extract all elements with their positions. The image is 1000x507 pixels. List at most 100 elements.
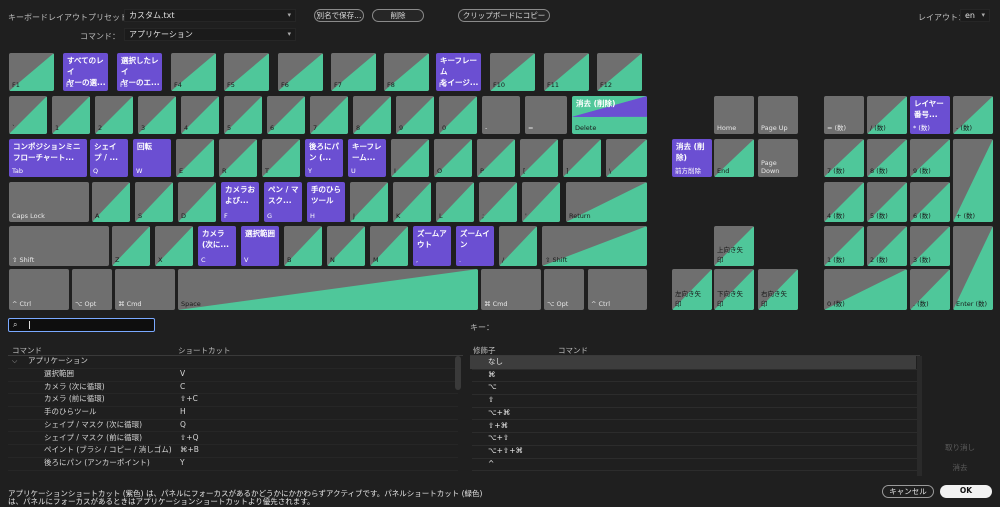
key-y[interactable]: Y 後ろにパ ン (...: [305, 139, 343, 177]
key-n3[interactable]: 3: [138, 96, 176, 134]
key-caps[interactable]: Caps Lock: [9, 182, 89, 222]
key-u[interactable]: U キーフレ ーム...: [348, 139, 386, 177]
table-row[interactable]: カメラ (次に循環) C: [8, 381, 458, 395]
key-semi[interactable]: ;: [479, 182, 517, 222]
key-n9[interactable]: 9: [396, 96, 434, 134]
key-x[interactable]: X: [155, 226, 193, 266]
key-np2[interactable]: 2 (数): [867, 226, 907, 266]
search-input[interactable]: ⌕: [8, 318, 155, 332]
key-np8[interactable]: 8 (数): [867, 139, 907, 177]
copy-clipboard-button[interactable]: クリップボードにコピー: [458, 9, 550, 22]
key-p[interactable]: P: [477, 139, 515, 177]
layout-dropdown[interactable]: en ▾: [960, 9, 990, 22]
key-d[interactable]: D: [178, 182, 216, 222]
key-np4[interactable]: 4 (数): [824, 182, 864, 222]
key-rbr[interactable]: ]: [563, 139, 601, 177]
key-f7[interactable]: F7: [331, 53, 376, 91]
key-r[interactable]: R: [219, 139, 257, 177]
key-z[interactable]: Z: [112, 226, 150, 266]
key-up[interactable]: 上向き矢 印: [714, 226, 754, 266]
key-f2[interactable]: F2 すべてのレイ ヤーの選...: [63, 53, 108, 91]
key-n2[interactable]: 2: [95, 96, 133, 134]
group-row[interactable]: ⌵ アプリケーション: [8, 355, 458, 369]
key-e[interactable]: E: [176, 139, 214, 177]
key-np-ent[interactable]: Enter (数): [953, 226, 993, 310]
key-n8[interactable]: 8: [353, 96, 391, 134]
key-np9[interactable]: 9 (数): [910, 139, 950, 177]
key-fdel[interactable]: 前方削除 消去 (削 除): [672, 139, 712, 177]
scrollbar-thumb[interactable]: [455, 356, 461, 390]
key-lbr[interactable]: [: [520, 139, 558, 177]
table-row[interactable]: 手のひらツール H: [8, 406, 458, 420]
preset-dropdown[interactable]: カスタム.txt ▾: [124, 9, 296, 22]
key-j[interactable]: J: [350, 182, 388, 222]
key-f[interactable]: F カメラお よび...: [221, 182, 259, 222]
key-f11[interactable]: F11: [544, 53, 589, 91]
key-np-div[interactable]: / (数): [867, 96, 907, 134]
key-f5[interactable]: F5: [224, 53, 269, 91]
key-ropt[interactable]: ⌥ Opt: [544, 269, 584, 310]
key-tab[interactable]: Tab コンポジションミニ フローチャート...: [9, 139, 87, 177]
key-delete[interactable]: Delete 消去 (削除): [572, 96, 647, 134]
key-f8[interactable]: F8: [384, 53, 429, 91]
modifier-row[interactable]: ⌥+⇧: [472, 432, 918, 446]
key-grave[interactable]: `: [9, 96, 47, 134]
undo-button[interactable]: 取り消し: [936, 442, 984, 455]
key-equal[interactable]: =: [525, 96, 567, 134]
table-row[interactable]: ペイント (ブラシ / コピー / 消しゴム) ⌘+B: [8, 444, 458, 458]
key-right[interactable]: 右向き矢 印: [758, 269, 798, 310]
key-f6[interactable]: F6: [278, 53, 323, 91]
ok-button[interactable]: OK: [940, 485, 992, 498]
table-row[interactable]: シェイプ / マスク (前に循環) ⇧+Q: [8, 432, 458, 446]
key-c[interactable]: C カメラ (次に...: [198, 226, 236, 266]
key-i[interactable]: I: [391, 139, 429, 177]
modifier-row[interactable]: ⇧+⌘: [472, 420, 918, 434]
key-slash[interactable]: /: [499, 226, 537, 266]
key-home[interactable]: Home: [714, 96, 754, 134]
key-f4[interactable]: F4: [171, 53, 216, 91]
key-np1[interactable]: 1 (数): [824, 226, 864, 266]
key-ret[interactable]: Return: [566, 182, 647, 222]
key-n[interactable]: N: [327, 226, 365, 266]
key-q[interactable]: Q シェイ プ / ...: [90, 139, 128, 177]
modifier-row[interactable]: ⌥+⇧+⌘: [472, 445, 918, 459]
key-lopt[interactable]: ⌥ Opt: [72, 269, 112, 310]
key-rcmd[interactable]: ⌘ Cmd: [481, 269, 541, 310]
key-t[interactable]: T: [262, 139, 300, 177]
key-pgup[interactable]: Page Up: [758, 96, 798, 134]
key-np-add[interactable]: + (数): [953, 139, 993, 222]
key-space[interactable]: Space: [178, 269, 478, 310]
key-lcmd[interactable]: ⌘ Cmd: [115, 269, 175, 310]
clear-button[interactable]: 消去: [936, 462, 984, 475]
key-m[interactable]: M: [370, 226, 408, 266]
key-k[interactable]: K: [393, 182, 431, 222]
key-f3[interactable]: F3 選択したレイ ヤーのエ...: [117, 53, 162, 91]
key-o[interactable]: O: [434, 139, 472, 177]
key-lshift[interactable]: ⇧ Shift: [9, 226, 109, 266]
key-np0[interactable]: 0 (数): [824, 269, 907, 310]
key-f10[interactable]: F10: [490, 53, 535, 91]
cancel-button[interactable]: キャンセル: [882, 485, 934, 498]
key-np3[interactable]: 3 (数): [910, 226, 950, 266]
key-h[interactable]: H 手のひら ツール: [307, 182, 345, 222]
table-row[interactable]: 後ろにパン (アンカーポイント) Y: [8, 457, 458, 471]
save-as-button[interactable]: 別名で保存...: [314, 9, 364, 22]
key-n7[interactable]: 7: [310, 96, 348, 134]
key-bsl[interactable]: \: [606, 139, 647, 177]
key-f12[interactable]: F12: [597, 53, 642, 91]
table-row[interactable]: シェイプ / マスク (次に循環) Q: [8, 419, 458, 433]
key-n6[interactable]: 6: [267, 96, 305, 134]
key-np7[interactable]: 7 (数): [824, 139, 864, 177]
modifier-row[interactable]: ⌥+⌘: [472, 407, 918, 421]
modifier-row[interactable]: ^: [472, 458, 918, 472]
key-a[interactable]: A: [92, 182, 130, 222]
key-np6[interactable]: 6 (数): [910, 182, 950, 222]
key-s[interactable]: S: [135, 182, 173, 222]
key-comma[interactable]: , ズームア ウト: [413, 226, 451, 266]
key-f1[interactable]: F1: [9, 53, 54, 91]
table-row[interactable]: カメラ (前に循環) ⇧+C: [8, 393, 458, 408]
scrollbar-track[interactable]: [917, 356, 922, 476]
key-quote[interactable]: ': [522, 182, 560, 222]
key-rctrl[interactable]: ^ Ctrl: [588, 269, 647, 310]
modifier-row[interactable]: ⌘: [472, 369, 918, 383]
